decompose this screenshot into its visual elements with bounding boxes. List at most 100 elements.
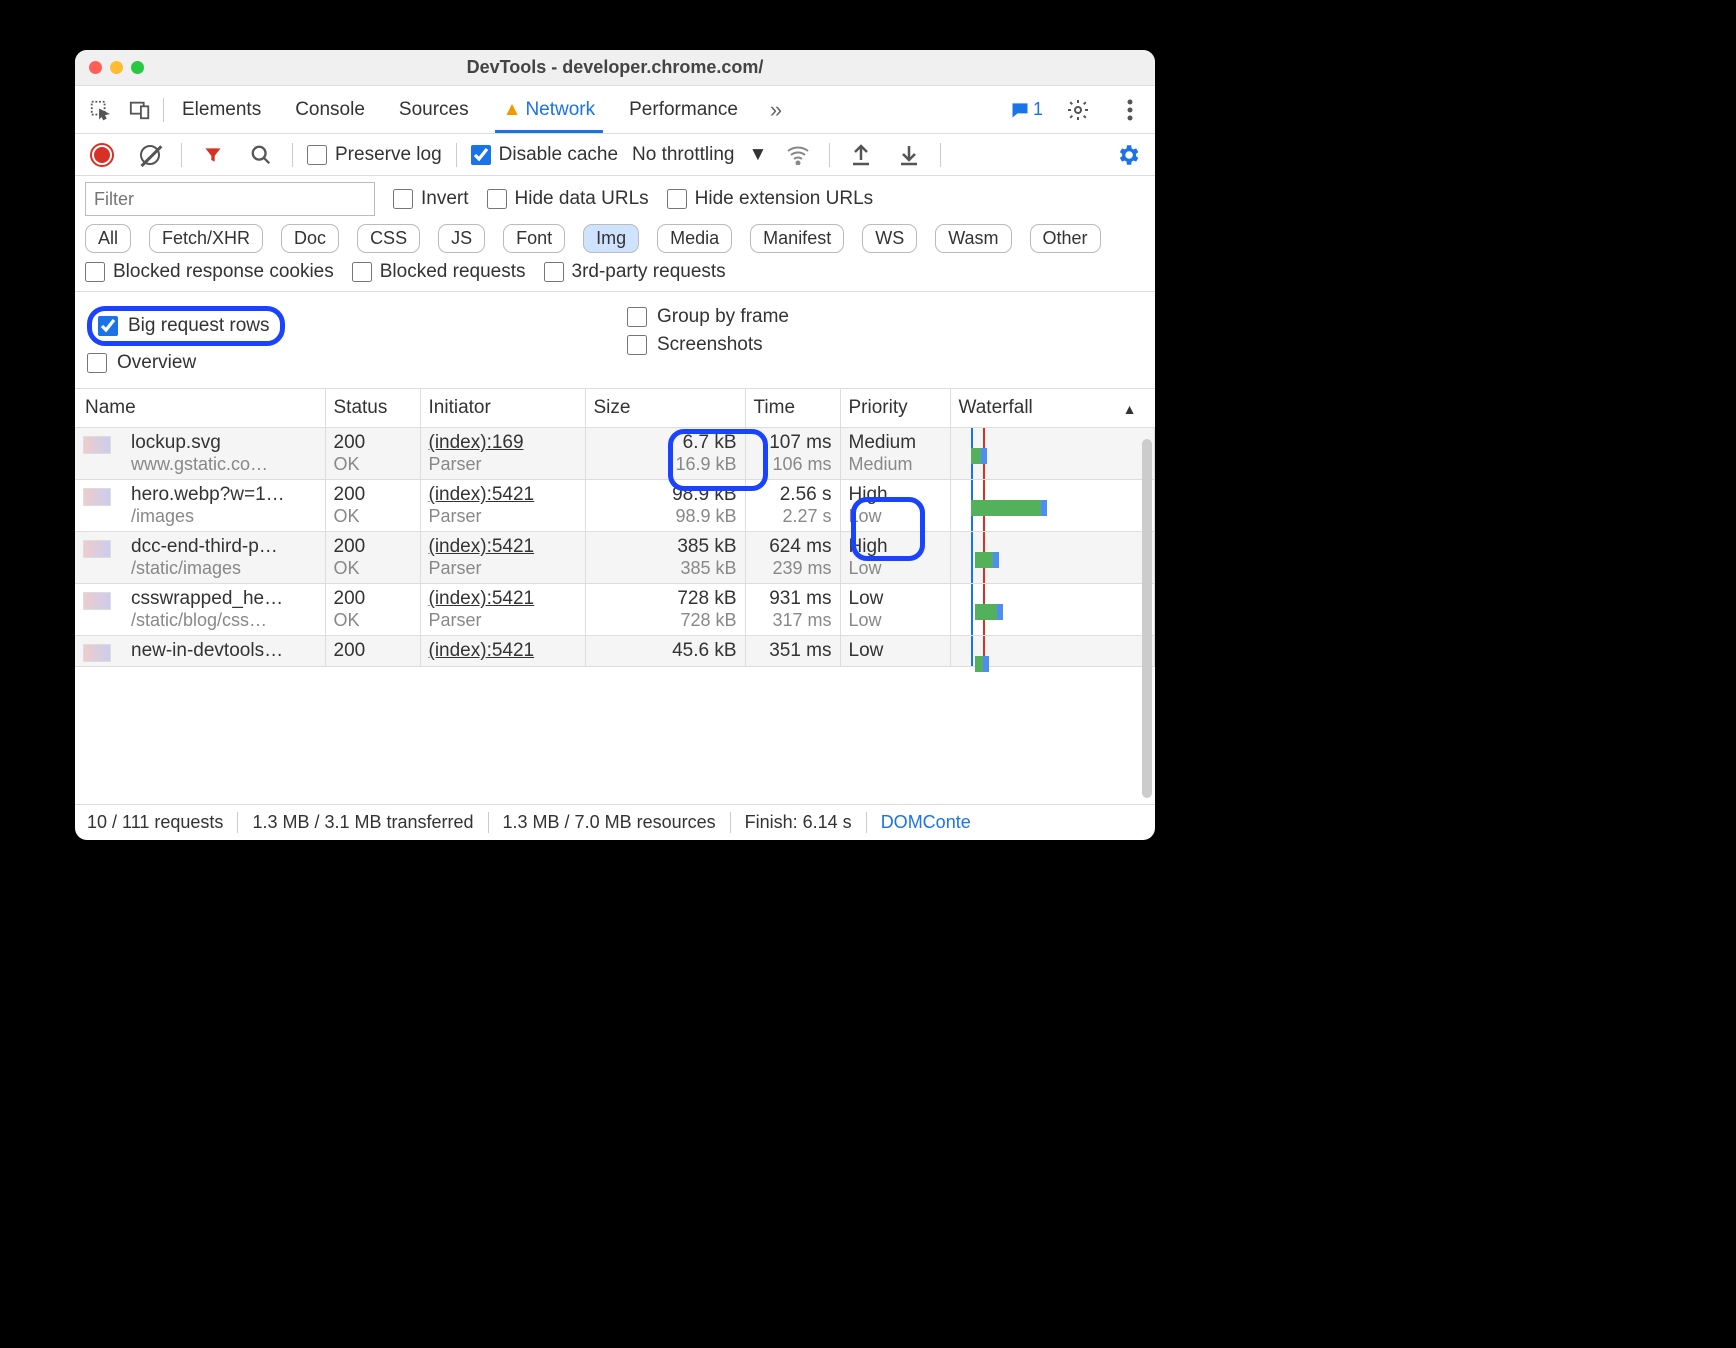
- type-pill-fetchxhr[interactable]: Fetch/XHR: [149, 224, 263, 253]
- tab-sources[interactable]: Sources: [397, 89, 471, 131]
- group-by-frame-checkbox[interactable]: Group by frame: [627, 306, 1143, 328]
- disable-cache-checkbox[interactable]: Disable cache: [471, 144, 618, 166]
- filter-toggle-icon[interactable]: [196, 138, 230, 172]
- hide-extension-urls-checkbox[interactable]: Hide extension URLs: [667, 188, 873, 210]
- clear-button[interactable]: [133, 138, 167, 172]
- row-initiator-sub: Parser: [429, 558, 577, 579]
- type-pill-wasm[interactable]: Wasm: [935, 224, 1011, 253]
- status-requests: 10 / 111 requests: [87, 812, 238, 833]
- row-initiator[interactable]: (index):5421: [429, 484, 577, 506]
- type-pill-all[interactable]: All: [85, 224, 131, 253]
- row-status: 200: [334, 640, 412, 662]
- row-initiator[interactable]: (index):5421: [429, 536, 577, 558]
- status-bar: 10 / 111 requests 1.3 MB / 3.1 MB transf…: [75, 804, 1155, 840]
- type-pill-other[interactable]: Other: [1030, 224, 1101, 253]
- col-initiator[interactable]: Initiator: [420, 389, 585, 428]
- separator: [456, 143, 457, 167]
- row-time: 624 ms: [754, 536, 832, 558]
- chevron-down-icon: ▼: [748, 144, 767, 166]
- col-time[interactable]: Time: [745, 389, 840, 428]
- row-name-sub: /images: [131, 506, 317, 527]
- type-pill-css[interactable]: CSS: [357, 224, 420, 253]
- panel-tabs: Elements Console Sources ▲Network Perfor…: [75, 86, 1155, 134]
- type-pill-doc[interactable]: Doc: [281, 224, 339, 253]
- row-name: dcc-end-third-p…: [131, 536, 317, 558]
- tabbar-right: 1: [1010, 93, 1147, 127]
- table-row[interactable]: dcc-end-third-p…/static/images200OK(inde…: [75, 532, 1155, 584]
- blocked-requests-checkbox[interactable]: Blocked requests: [352, 261, 526, 283]
- tab-elements[interactable]: Elements: [180, 89, 263, 131]
- overview-checkbox[interactable]: Overview: [87, 352, 603, 374]
- separator: [829, 143, 830, 167]
- row-initiator[interactable]: (index):5421: [429, 640, 577, 662]
- type-pill-media[interactable]: Media: [657, 224, 732, 253]
- window-title: DevTools - developer.chrome.com/: [75, 57, 1155, 78]
- settings-icon[interactable]: [1061, 93, 1095, 127]
- filter-bar: Invert Hide data URLs Hide extension URL…: [75, 176, 1155, 292]
- row-size: 385 kB: [594, 536, 737, 558]
- row-status: 200: [334, 536, 412, 558]
- col-name[interactable]: Name: [75, 389, 325, 428]
- table-row[interactable]: new-in-devtools…200(index):542145.6 kB35…: [75, 636, 1155, 667]
- inspect-icon[interactable]: [83, 93, 117, 127]
- row-size-sub: 98.9 kB: [594, 506, 737, 527]
- type-pill-manifest[interactable]: Manifest: [750, 224, 844, 253]
- sort-asc-icon: ▲: [1123, 401, 1137, 417]
- col-waterfall[interactable]: Waterfall▲: [950, 389, 1155, 428]
- row-status: 200: [334, 432, 412, 454]
- row-time: 351 ms: [754, 640, 832, 662]
- table-header-row: Name Status Initiator Size Time Priority…: [75, 389, 1155, 428]
- col-status[interactable]: Status: [325, 389, 420, 428]
- table-row[interactable]: hero.webp?w=1…/images200OK(index):5421Pa…: [75, 480, 1155, 532]
- resource-thumbnail-icon: [83, 436, 111, 454]
- row-time: 107 ms: [754, 432, 832, 454]
- vertical-scrollbar[interactable]: [1142, 439, 1152, 798]
- type-pill-js[interactable]: JS: [438, 224, 485, 253]
- network-conditions-icon[interactable]: [781, 138, 815, 172]
- type-pill-img[interactable]: Img: [583, 224, 639, 253]
- table-row[interactable]: lockup.svgwww.gstatic.co…200OK(index):16…: [75, 428, 1155, 480]
- search-icon[interactable]: [244, 138, 278, 172]
- row-status-sub: OK: [334, 454, 412, 475]
- separator: [292, 143, 293, 167]
- more-tabs-icon[interactable]: »: [770, 97, 782, 123]
- row-priority-sub: Low: [849, 610, 942, 631]
- upload-har-icon[interactable]: [844, 138, 878, 172]
- big-request-rows-checkbox[interactable]: [98, 316, 118, 336]
- download-har-icon[interactable]: [892, 138, 926, 172]
- row-time-sub: 317 ms: [754, 610, 832, 631]
- messages-button[interactable]: 1: [1010, 99, 1043, 120]
- display-settings: Big request rows Overview Group by frame…: [75, 292, 1155, 389]
- row-status: 200: [334, 484, 412, 506]
- type-pill-font[interactable]: Font: [503, 224, 565, 253]
- row-priority-sub: Low: [849, 506, 942, 527]
- hide-data-urls-checkbox[interactable]: Hide data URLs: [487, 188, 649, 210]
- col-size[interactable]: Size: [585, 389, 745, 428]
- preserve-log-checkbox[interactable]: Preserve log: [307, 144, 442, 166]
- row-initiator[interactable]: (index):169: [429, 432, 577, 454]
- table-row[interactable]: csswrapped_he…/static/blog/css…200OK(ind…: [75, 584, 1155, 636]
- tab-network[interactable]: ▲Network: [501, 89, 598, 131]
- filter-input[interactable]: [85, 182, 375, 216]
- row-time: 2.56 s: [754, 484, 832, 506]
- status-domcontent[interactable]: DOMConte: [867, 812, 985, 833]
- third-party-checkbox[interactable]: 3rd-party requests: [544, 261, 726, 283]
- row-size: 728 kB: [594, 588, 737, 610]
- col-priority[interactable]: Priority: [840, 389, 950, 428]
- screenshots-checkbox[interactable]: Screenshots: [627, 334, 1143, 356]
- tab-performance[interactable]: Performance: [627, 89, 740, 131]
- device-toggle-icon[interactable]: [123, 93, 157, 127]
- row-size: 98.9 kB: [594, 484, 737, 506]
- row-priority: High: [849, 536, 942, 558]
- throttling-dropdown[interactable]: No throttling ▼: [632, 144, 767, 166]
- invert-checkbox[interactable]: Invert: [393, 188, 469, 210]
- kebab-menu-icon[interactable]: [1113, 93, 1147, 127]
- record-button[interactable]: [85, 138, 119, 172]
- row-size-sub: 728 kB: [594, 610, 737, 631]
- network-settings-icon[interactable]: [1111, 138, 1145, 172]
- row-initiator[interactable]: (index):5421: [429, 588, 577, 610]
- tab-console[interactable]: Console: [293, 89, 367, 131]
- row-name: hero.webp?w=1…: [131, 484, 317, 506]
- blocked-cookies-checkbox[interactable]: Blocked response cookies: [85, 261, 334, 283]
- type-pill-ws[interactable]: WS: [862, 224, 917, 253]
